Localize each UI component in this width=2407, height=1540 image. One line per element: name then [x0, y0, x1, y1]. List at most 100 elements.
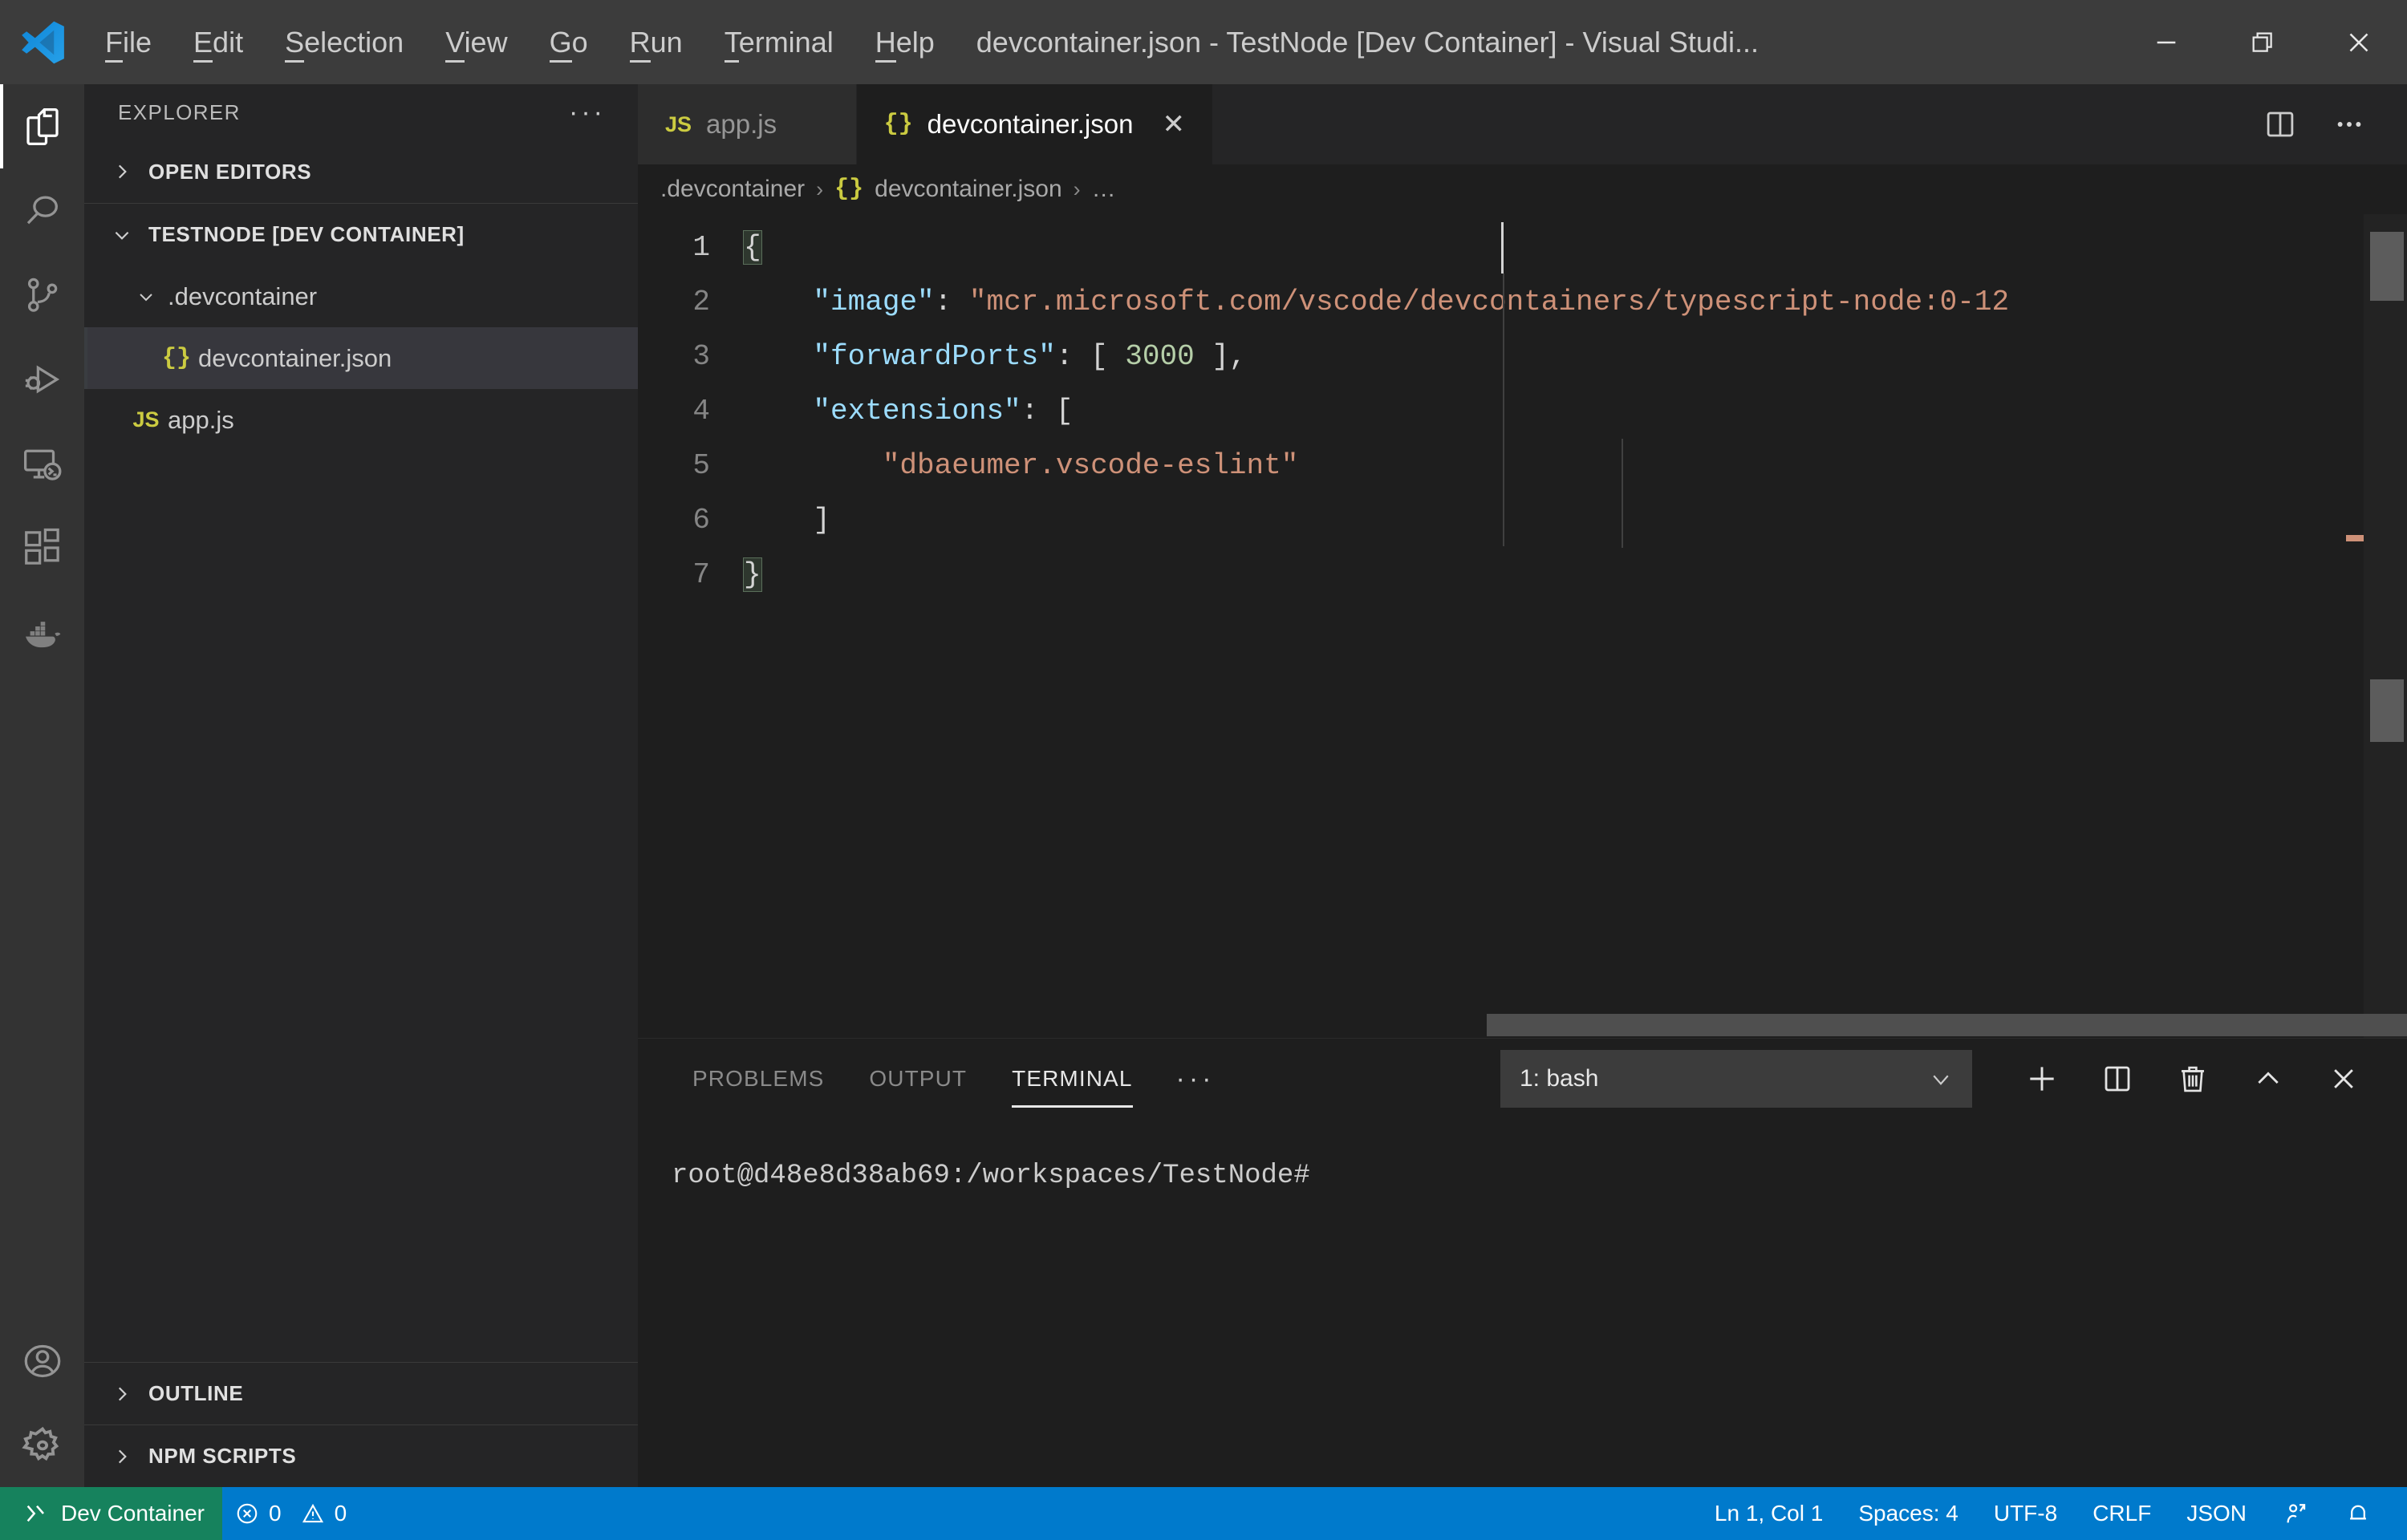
- code-line: 4 "extensions": [: [638, 384, 2407, 439]
- activity-run-debug-icon[interactable]: [0, 337, 84, 421]
- indent-guide: [1503, 274, 1504, 546]
- section-outline[interactable]: OUTLINE: [84, 1362, 638, 1424]
- line-number: 7: [638, 548, 710, 602]
- chevron-right-icon: [108, 1446, 136, 1467]
- split-terminal-icon[interactable]: [2083, 1044, 2152, 1113]
- status-problems[interactable]: 0 0: [222, 1487, 359, 1540]
- tab-close-icon[interactable]: ✕: [1162, 108, 1185, 140]
- activity-extensions-icon[interactable]: [0, 505, 84, 590]
- code-token: }: [744, 558, 761, 591]
- restore-button[interactable]: [2214, 0, 2311, 84]
- menu-selection[interactable]: Selection: [264, 0, 424, 84]
- split-editor-icon[interactable]: [2250, 84, 2311, 164]
- file-tree: .devcontainer {} devcontainer.json JS ap…: [84, 265, 638, 1362]
- activity-explorer-icon[interactable]: [0, 84, 84, 168]
- editor-horizontal-scrollbar[interactable]: [1487, 1014, 2407, 1036]
- breadcrumb: .devcontainer › {} devcontainer.json › …: [638, 164, 2407, 214]
- activity-settings-gear-icon[interactable]: [0, 1403, 84, 1487]
- minimap[interactable]: [2364, 214, 2407, 1038]
- maximize-panel-icon[interactable]: [2234, 1044, 2303, 1113]
- menu-bar: File Edit Selection View Go Run Terminal…: [84, 0, 1780, 84]
- code-line: 3 "forwardPorts": [ 3000 ],: [638, 330, 2407, 384]
- line-number: 6: [638, 493, 710, 548]
- activity-docker-icon[interactable]: [0, 590, 84, 674]
- menu-view[interactable]: View: [424, 0, 528, 84]
- code-token: ]: [744, 504, 830, 537]
- breadcrumb-separator: ›: [1074, 177, 1081, 202]
- javascript-file-icon: JS: [665, 112, 692, 137]
- chevron-down-icon: [1929, 1067, 1953, 1091]
- kill-terminal-trash-icon[interactable]: [2158, 1044, 2227, 1113]
- tab-problems[interactable]: PROBLEMS: [670, 1039, 846, 1119]
- chevron-right-icon: [108, 1384, 136, 1404]
- close-panel-icon[interactable]: [2309, 1044, 2378, 1113]
- tree-item-label: app.js: [168, 406, 234, 435]
- menu-file[interactable]: File: [84, 0, 173, 84]
- code-token: [744, 395, 813, 428]
- code-token: "mcr.microsoft.com/vscode/devcontainers/…: [969, 286, 2009, 318]
- panel-more-tabs-icon[interactable]: ···: [1155, 1064, 1236, 1095]
- tab-output[interactable]: OUTPUT: [846, 1039, 989, 1119]
- code-content: 1{2 "image": "mcr.microsoft.com/vscode/d…: [638, 221, 2407, 602]
- status-editor-language[interactable]: JSON: [2169, 1487, 2264, 1540]
- bell-icon[interactable]: [2327, 1487, 2389, 1540]
- window-controls: [2118, 0, 2407, 84]
- remote-label: Dev Container: [61, 1501, 205, 1526]
- section-outline-label: OUTLINE: [148, 1381, 243, 1406]
- tab-devcontainer-json[interactable]: {} devcontainer.json ✕: [857, 84, 1213, 164]
- menu-go[interactable]: Go: [529, 0, 609, 84]
- text-cursor: [1501, 222, 1504, 274]
- status-editor-encoding[interactable]: UTF-8: [1976, 1487, 2075, 1540]
- breadcrumb-symbol[interactable]: …: [1092, 176, 1116, 203]
- editor-tab-bar: JS app.js ✕ {} devcontainer.json ✕: [638, 84, 2407, 164]
- activity-remote-explorer-icon[interactable]: [0, 421, 84, 505]
- menu-terminal[interactable]: Terminal: [704, 0, 854, 84]
- warning-icon: [301, 1502, 325, 1526]
- tree-item-devcontainer-json[interactable]: {} devcontainer.json: [84, 327, 638, 389]
- code-token: :: [935, 286, 969, 318]
- breadcrumb-folder[interactable]: .devcontainer: [660, 176, 805, 203]
- title-bar: File Edit Selection View Go Run Terminal…: [0, 0, 2407, 84]
- error-count: 0: [269, 1501, 282, 1526]
- activity-accounts-icon[interactable]: [0, 1319, 84, 1403]
- code-token: ],: [1195, 340, 1247, 373]
- chevron-right-icon: [108, 161, 136, 182]
- new-terminal-icon[interactable]: [2007, 1044, 2076, 1113]
- terminal-output[interactable]: root@d48e8d38ab69:/workspaces/TestNode#: [638, 1119, 2407, 1487]
- minimize-button[interactable]: [2118, 0, 2214, 84]
- status-remote-indicator[interactable]: Dev Container: [0, 1487, 222, 1540]
- close-button[interactable]: [2311, 0, 2407, 84]
- feedback-icon[interactable]: [2264, 1487, 2327, 1540]
- code-line: 2 "image": "mcr.microsoft.com/vscode/dev…: [638, 275, 2407, 330]
- section-workspace-label: TESTNODE [DEV CONTAINER]: [148, 222, 465, 247]
- code-editor[interactable]: 1{2 "image": "mcr.microsoft.com/vscode/d…: [638, 214, 2407, 1038]
- status-editor-position[interactable]: Ln 1, Col 1: [1697, 1487, 1841, 1540]
- overview-ruler-mark: [2346, 535, 2364, 541]
- tree-item-label: .devcontainer: [168, 282, 317, 311]
- minimap-mark: [2370, 232, 2404, 301]
- menu-edit[interactable]: Edit: [173, 0, 264, 84]
- tab-terminal[interactable]: TERMINAL: [989, 1039, 1155, 1119]
- editor-more-actions-icon[interactable]: [2319, 84, 2380, 164]
- activity-source-control-icon[interactable]: [0, 253, 84, 337]
- warning-count: 0: [335, 1501, 347, 1526]
- terminal-selector-dropdown[interactable]: 1: bash: [1500, 1050, 1972, 1108]
- terminal-selector-value: 1: bash: [1520, 1065, 1598, 1092]
- status-editor-indentation[interactable]: Spaces: 4: [1841, 1487, 1976, 1540]
- section-workspace[interactable]: TESTNODE [DEV CONTAINER]: [84, 203, 638, 265]
- sidebar-more-actions-icon[interactable]: ···: [569, 97, 606, 128]
- menu-run[interactable]: Run: [609, 0, 704, 84]
- sidebar-bottom-sections: OUTLINE NPM SCRIPTS: [84, 1362, 638, 1487]
- activity-search-icon[interactable]: [0, 168, 84, 253]
- status-bar: Dev Container 0 0 Ln 1, Col 1 Spaces: 4 …: [0, 1487, 2407, 1540]
- tree-item-devcontainer-folder[interactable]: .devcontainer: [84, 265, 638, 327]
- breadcrumb-file[interactable]: devcontainer.json: [875, 176, 1062, 203]
- sidebar-explorer: EXPLORER ··· OPEN EDITORS TESTNODE [DEV …: [84, 84, 638, 1487]
- status-editor-eol[interactable]: CRLF: [2075, 1487, 2169, 1540]
- tab-app-js[interactable]: JS app.js ✕: [638, 84, 857, 164]
- json-file-icon: {}: [884, 111, 913, 138]
- tree-item-app-js[interactable]: JS app.js: [84, 389, 638, 451]
- menu-help[interactable]: Help: [854, 0, 956, 84]
- section-open-editors[interactable]: OPEN EDITORS: [84, 140, 638, 203]
- section-npm-scripts[interactable]: NPM SCRIPTS: [84, 1424, 638, 1487]
